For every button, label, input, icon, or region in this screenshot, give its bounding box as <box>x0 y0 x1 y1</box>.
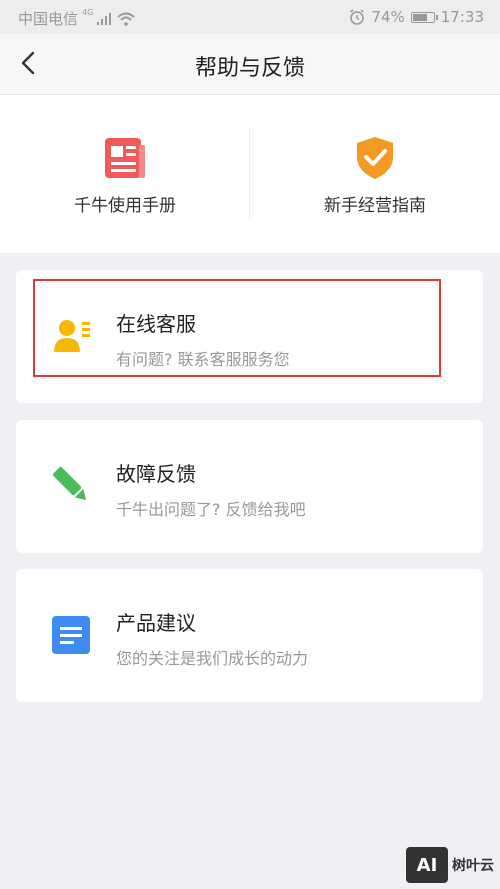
signal-icon <box>97 12 112 25</box>
quick-links-panel: 千牛使用手册 新手经营指南 <box>0 95 500 253</box>
product-suggestion-card[interactable]: 产品建议 您的关注是我们成长的动力 <box>16 569 483 702</box>
fault-feedback-subtitle: 千牛出问题了? 反馈给我吧 <box>116 500 306 519</box>
product-suggestion-title: 产品建议 <box>116 611 196 635</box>
online-service-subtitle: 有问题? 联系客服服务您 <box>116 350 290 369</box>
beginner-guide-link[interactable]: 新手经营指南 <box>250 135 500 216</box>
watermark-text: 树叶云 <box>452 858 494 874</box>
battery-level <box>412 13 427 21</box>
battery-percent: 74% <box>371 8 405 26</box>
carrier-label: 中国电信 <box>18 10 79 28</box>
product-suggestion-subtitle: 您的关注是我们成长的动力 <box>116 649 309 668</box>
manual-icon <box>105 138 145 178</box>
status-left: 中国电信 4G <box>18 8 135 29</box>
customer-service-icon <box>54 320 90 352</box>
status-right: 74% 17:33 <box>349 8 484 26</box>
status-bar: 中国电信 4G 74% 17:33 <box>0 0 500 34</box>
watermark-logo: AI <box>406 847 448 883</box>
user-manual-label: 千牛使用手册 <box>74 196 176 216</box>
fault-feedback-title: 故障反馈 <box>116 462 196 486</box>
network-type: 4G <box>82 8 94 17</box>
battery-icon <box>410 11 438 23</box>
fault-feedback-card[interactable]: 故障反馈 千牛出问题了? 反馈给我吧 <box>16 420 483 553</box>
alarm-icon <box>350 9 365 25</box>
shield-check-icon <box>357 137 393 179</box>
online-service-title: 在线客服 <box>116 312 196 336</box>
watermark: AI 树叶云 <box>406 847 494 883</box>
wifi-icon <box>117 12 135 26</box>
user-manual-link[interactable]: 千牛使用手册 <box>0 135 250 216</box>
pencil-icon <box>53 467 87 501</box>
nav-bar: 帮助与反馈 <box>0 34 500 95</box>
online-service-card[interactable]: 在线客服 有问题? 联系客服服务您 <box>16 270 483 403</box>
clock-time: 17:33 <box>440 8 484 26</box>
page-title: 帮助与反馈 <box>194 56 305 81</box>
beginner-guide-label: 新手经营指南 <box>324 196 426 216</box>
document-icon <box>52 616 90 654</box>
